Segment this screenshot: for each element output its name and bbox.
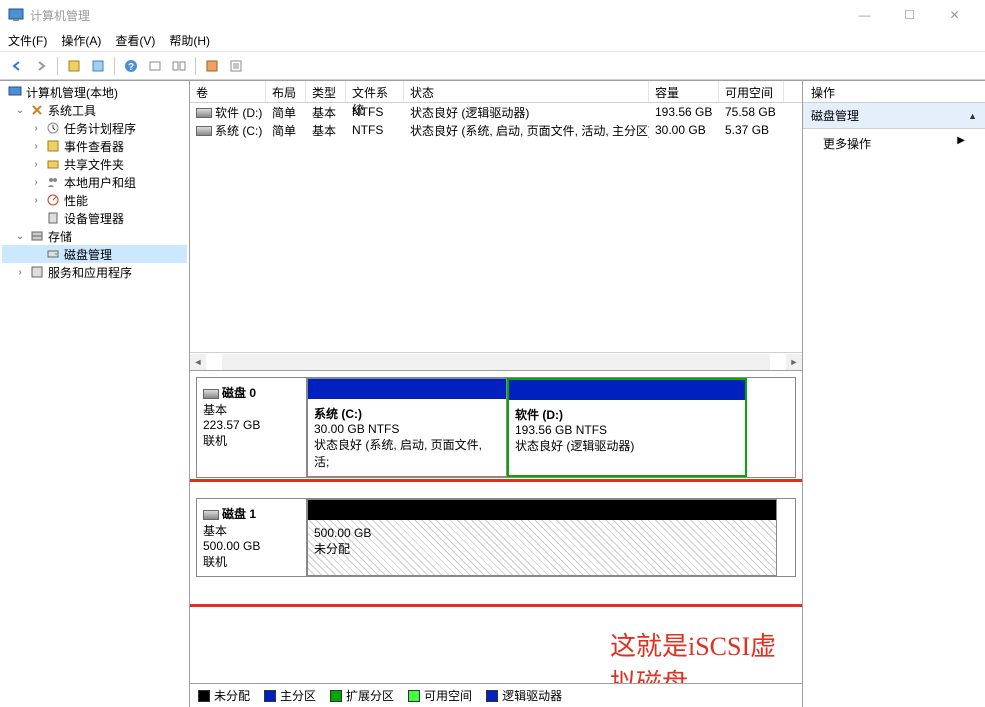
col-capacity[interactable]: 容量 [649, 81, 719, 102]
back-button[interactable] [6, 55, 28, 77]
tools-icon [29, 102, 45, 118]
tree-shared-folders[interactable]: › 共享文件夹 [2, 155, 187, 173]
tree-system-tools[interactable]: ⌄ 系统工具 [2, 101, 187, 119]
menu-help[interactable]: 帮助(H) [169, 32, 210, 49]
submenu-arrow-icon: ▶ [957, 135, 965, 152]
window-title: 计算机管理 [30, 7, 842, 24]
expand-icon[interactable]: › [30, 141, 42, 152]
actions-more[interactable]: 更多操作 ▶ [803, 129, 985, 158]
partition[interactable]: 软件 (D:)193.56 GB NTFS状态良好 (逻辑驱动器) [507, 378, 747, 477]
tree-storage[interactable]: ⌄ 存储 [2, 227, 187, 245]
swatch-unallocated [198, 690, 210, 702]
disk-info: 磁盘 1基本500.00 GB联机 [197, 499, 307, 576]
menubar: 文件(F) 操作(A) 查看(V) 帮助(H) [0, 30, 985, 52]
device-icon [45, 210, 61, 226]
minimize-button[interactable]: — [842, 0, 887, 30]
menu-view[interactable]: 查看(V) [115, 32, 155, 49]
help-button[interactable]: ? [120, 55, 142, 77]
tool-btn-4[interactable] [168, 55, 190, 77]
volume-list: 卷 布局 类型 文件系统 状态 容量 可用空间 软件 (D:)简单基本NTFS状… [190, 81, 802, 371]
disk-graphical-view: 磁盘 0基本223.57 GB联机系统 (C:)30.00 GB NTFS状态良… [190, 371, 802, 683]
disk-icon [203, 389, 219, 399]
computer-icon [7, 84, 23, 100]
collapse-icon[interactable]: ⌄ [14, 231, 26, 242]
forward-button[interactable] [30, 55, 52, 77]
tree-services[interactable]: › 服务和应用程序 [2, 263, 187, 281]
close-button[interactable]: ✕ [932, 0, 977, 30]
expand-icon[interactable]: › [30, 195, 42, 206]
event-icon [45, 138, 61, 154]
col-status[interactable]: 状态 [404, 81, 649, 102]
disk-icon [45, 246, 61, 262]
tree-root[interactable]: 计算机管理(本地) [2, 83, 187, 101]
disk-row[interactable]: 磁盘 1基本500.00 GB联机500.00 GB未分配 [196, 498, 796, 577]
swatch-extended [330, 690, 342, 702]
col-layout[interactable]: 布局 [266, 81, 306, 102]
swatch-logical [486, 690, 498, 702]
tree-event-viewer[interactable]: › 事件查看器 [2, 137, 187, 155]
actions-disk-mgmt[interactable]: 磁盘管理 ▲ [803, 103, 985, 129]
actions-panel: 操作 磁盘管理 ▲ 更多操作 ▶ [803, 81, 985, 707]
swatch-free [408, 690, 420, 702]
tool-btn-6[interactable] [225, 55, 247, 77]
tree-local-users[interactable]: › 本地用户和组 [2, 173, 187, 191]
menu-file[interactable]: 文件(F) [8, 32, 47, 49]
performance-icon [45, 192, 61, 208]
disk-row[interactable]: 磁盘 0基本223.57 GB联机系统 (C:)30.00 GB NTFS状态良… [196, 377, 796, 478]
tree-task-scheduler[interactable]: › 任务计划程序 [2, 119, 187, 137]
collapse-icon: ▲ [968, 111, 977, 121]
volume-row[interactable]: 系统 (C:)简单基本NTFS状态良好 (系统, 启动, 页面文件, 活动, 主… [190, 121, 802, 139]
tool-btn-2[interactable] [87, 55, 109, 77]
services-icon [29, 264, 45, 280]
clock-icon [45, 120, 61, 136]
toolbar: ? [0, 52, 985, 80]
tree-device-manager[interactable]: › 设备管理器 [2, 209, 187, 227]
col-type[interactable]: 类型 [306, 81, 346, 102]
expand-icon[interactable]: › [30, 159, 42, 170]
tree-disk-management[interactable]: › 磁盘管理 [2, 245, 187, 263]
app-icon [8, 7, 24, 23]
volume-icon [196, 108, 212, 118]
swatch-primary [264, 690, 276, 702]
volume-icon [196, 126, 212, 136]
col-free[interactable]: 可用空间 [719, 81, 784, 102]
legend: 未分配 主分区 扩展分区 可用空间 逻辑驱动器 [190, 683, 802, 707]
collapse-icon[interactable]: ⌄ [14, 105, 26, 116]
tree-panel[interactable]: 计算机管理(本地) ⌄ 系统工具 › 任务计划程序 › 事件查看器 › 共享文件… [0, 81, 190, 707]
menu-action[interactable]: 操作(A) [61, 32, 101, 49]
maximize-button[interactable]: ☐ [887, 0, 932, 30]
disk-info: 磁盘 0基本223.57 GB联机 [197, 378, 307, 477]
svg-text:?: ? [128, 62, 134, 73]
volume-row[interactable]: 软件 (D:)简单基本NTFS状态良好 (逻辑驱动器)193.56 GB75.5… [190, 103, 802, 121]
tool-btn-5[interactable] [201, 55, 223, 77]
titlebar: 计算机管理 — ☐ ✕ [0, 0, 985, 30]
col-filesystem[interactable]: 文件系统 [346, 81, 404, 102]
disk-icon [203, 510, 219, 520]
tool-btn-3[interactable] [144, 55, 166, 77]
partition[interactable]: 500.00 GB未分配 [307, 499, 777, 576]
expand-icon[interactable]: › [30, 123, 42, 134]
horizontal-scrollbar[interactable]: ◄► [190, 352, 802, 370]
annotation-text: 这就是iSCSI虚拟磁盘 [610, 626, 802, 683]
folder-icon [45, 156, 61, 172]
center-panel: 卷 布局 类型 文件系统 状态 容量 可用空间 软件 (D:)简单基本NTFS状… [190, 81, 803, 707]
storage-icon [29, 228, 45, 244]
col-volume[interactable]: 卷 [190, 81, 266, 102]
partition[interactable]: 系统 (C:)30.00 GB NTFS状态良好 (系统, 启动, 页面文件, … [307, 378, 507, 477]
expand-icon[interactable]: › [30, 177, 42, 188]
users-icon [45, 174, 61, 190]
expand-icon[interactable]: › [14, 267, 26, 278]
tree-performance[interactable]: › 性能 [2, 191, 187, 209]
volume-list-header: 卷 布局 类型 文件系统 状态 容量 可用空间 [190, 81, 802, 103]
actions-header: 操作 [803, 81, 985, 103]
tool-btn-1[interactable] [63, 55, 85, 77]
